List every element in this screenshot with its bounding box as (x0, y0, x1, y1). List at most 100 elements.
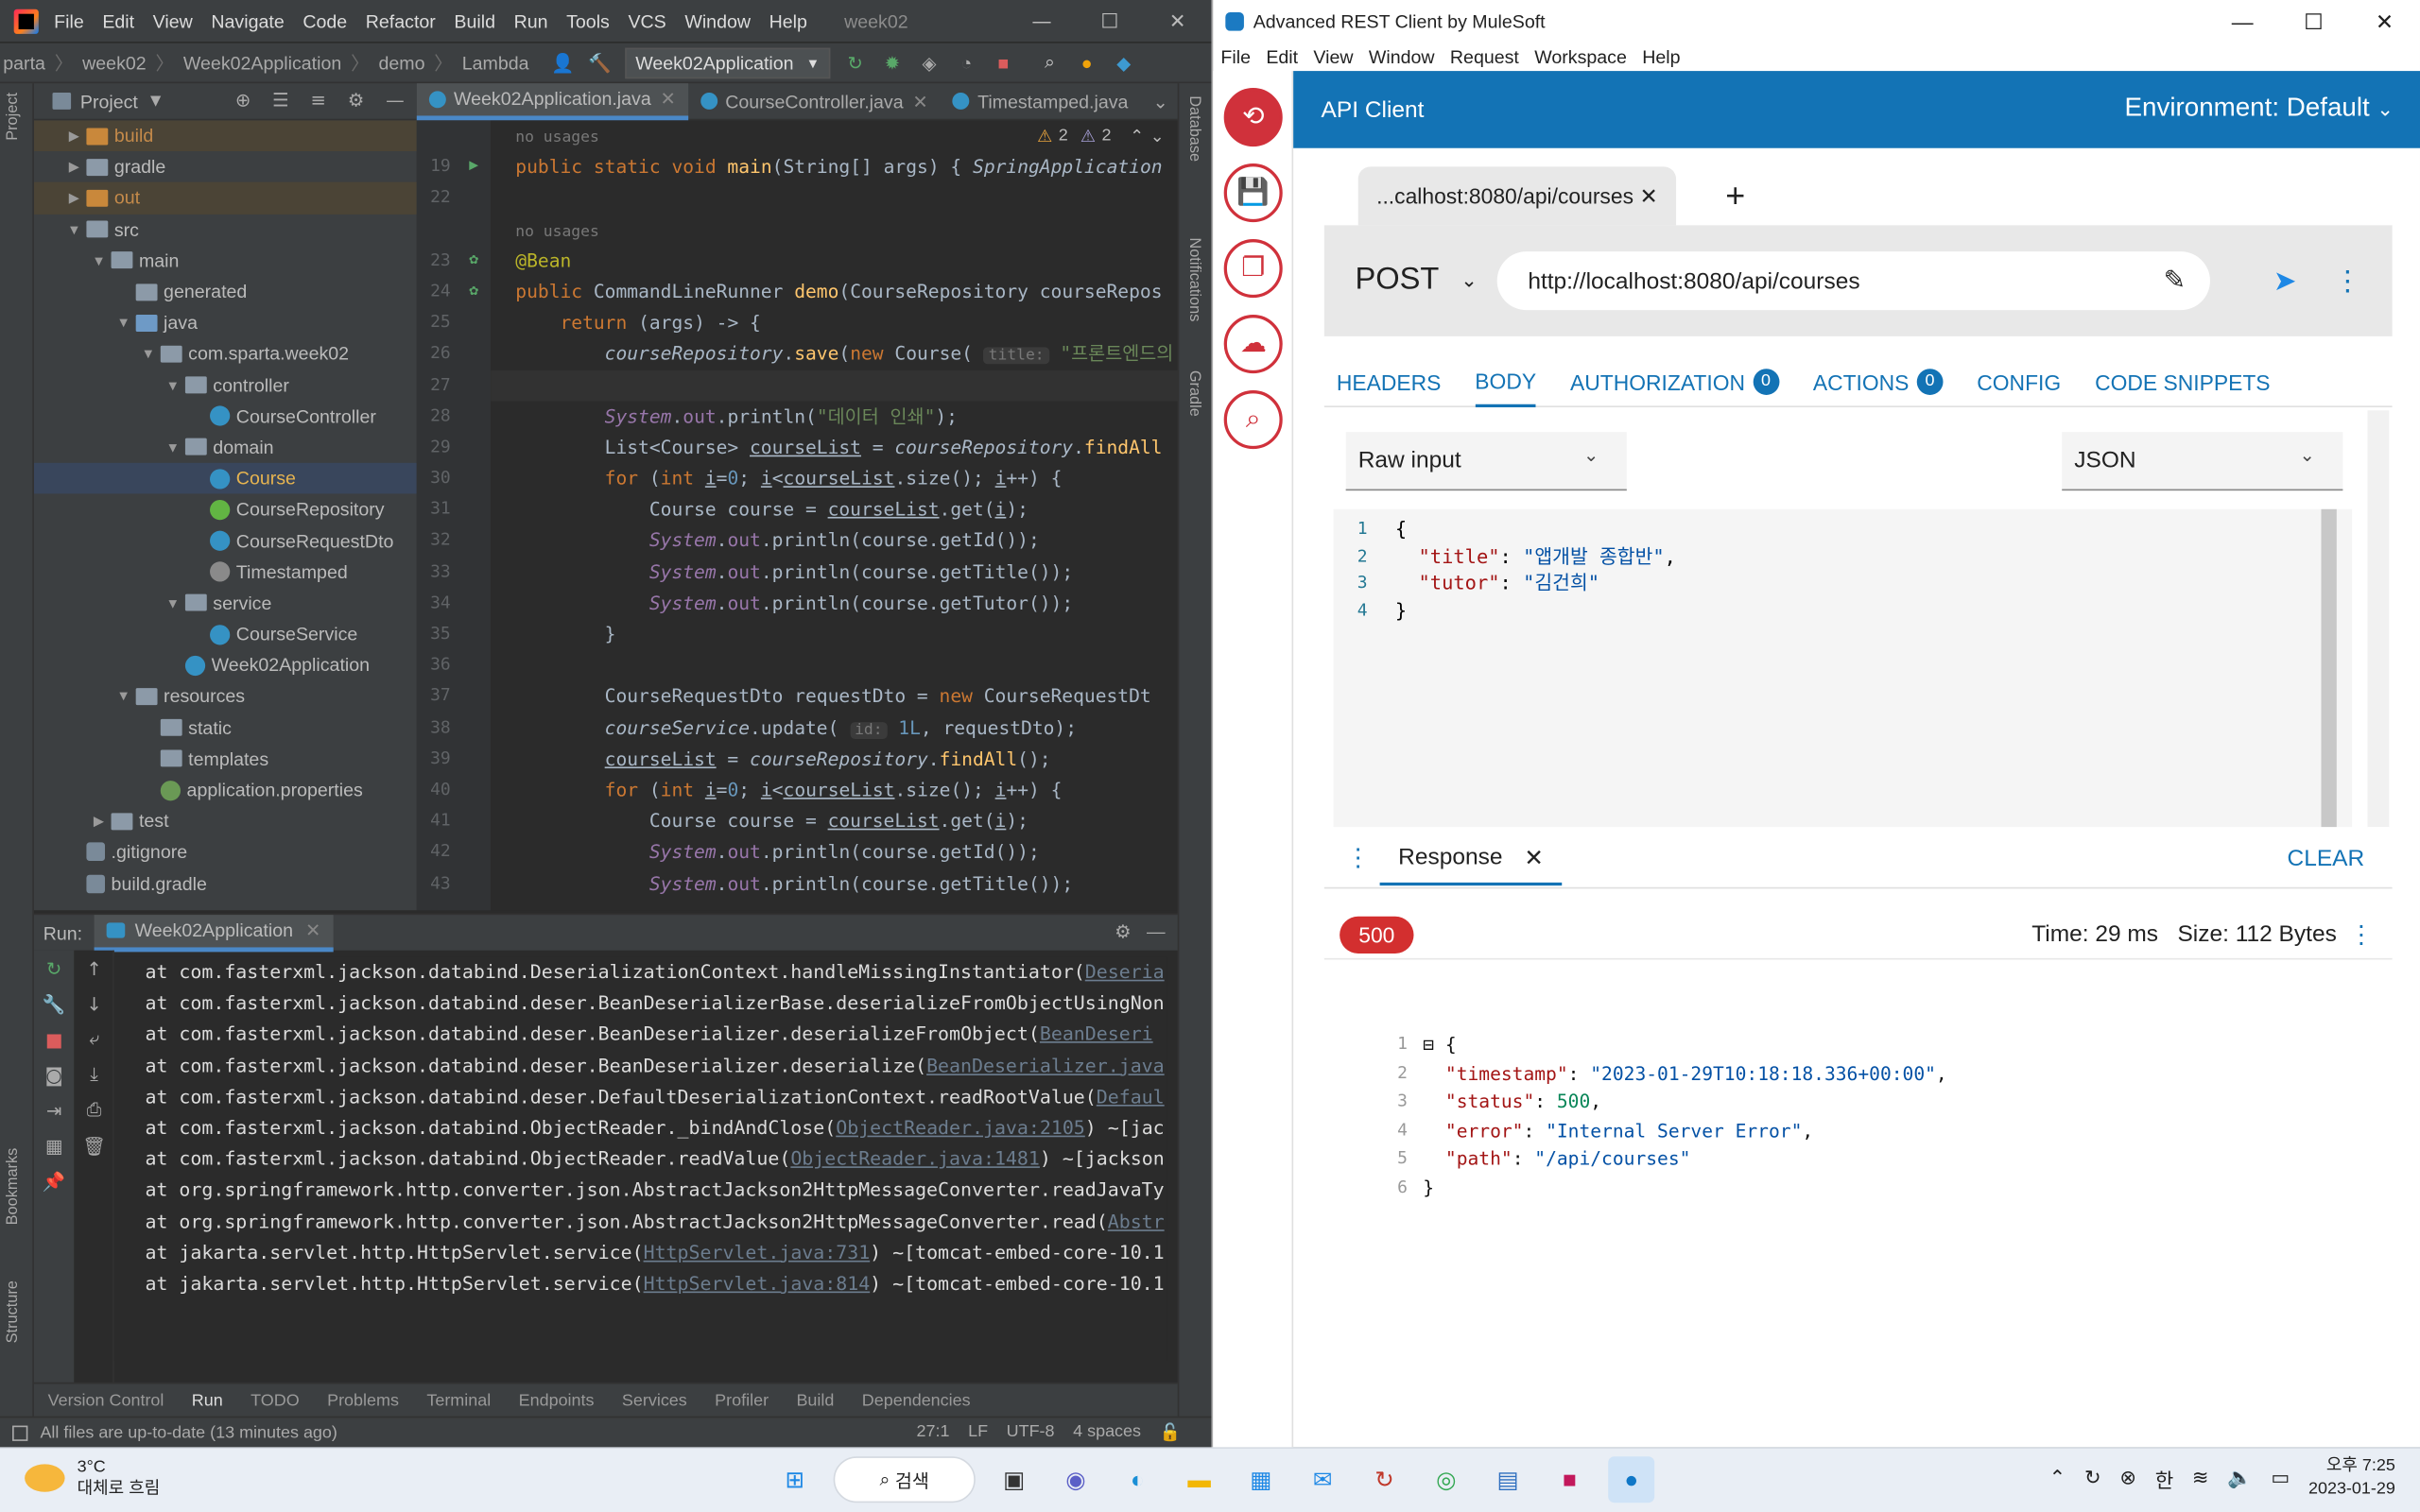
bottom-tab-todo[interactable]: TODO (251, 1391, 300, 1410)
minimize-icon[interactable]: — (2207, 0, 2278, 43)
editor-scrollbar[interactable] (2321, 508, 2337, 828)
arc-menu-workspace[interactable]: Workspace (1534, 46, 1627, 68)
coverage-icon[interactable]: ◈ (917, 50, 942, 75)
chevron-down-icon[interactable]: ▼ (164, 377, 182, 392)
close-icon[interactable]: ✕ (1524, 843, 1544, 871)
intellij-icon[interactable]: ■ (1547, 1456, 1593, 1503)
bottom-tab-services[interactable]: Services (622, 1391, 687, 1410)
tree-item[interactable]: templates (34, 744, 417, 775)
tab-actions[interactable]: ACTIONS 0 (1813, 357, 1944, 406)
chevron-down-icon[interactable]: ▼ (150, 94, 161, 109)
tree-item[interactable]: Course (33, 462, 417, 494)
tree-item[interactable]: generated (34, 276, 417, 307)
body-editor[interactable]: 1{2 "title": "앱개발 종합반", 3 "tutor": "김건희" 4… (1333, 508, 2353, 828)
layout-icon[interactable]: ▦ (34, 1127, 74, 1163)
tab-authorization[interactable]: AUTHORIZATION 0 (1570, 357, 1779, 406)
body-editor-type-select[interactable]: Raw input ⌄ (1345, 432, 1627, 491)
tab-code-snippets[interactable]: CODE SNIPPETS (2095, 357, 2270, 406)
more-vert-icon[interactable]: ⋮ (2349, 919, 2374, 951)
chevron-down-icon[interactable]: ▼ (164, 595, 182, 610)
tree-item[interactable]: ▶ out (33, 182, 417, 215)
stacktrace-link[interactable]: ObjectReader.java:2105 (836, 1117, 1085, 1139)
more-tabs-icon[interactable]: ⌄ (1140, 82, 1181, 119)
arrow-down-icon[interactable]: ↓ (74, 986, 113, 1022)
chevron-down-icon[interactable]: ▼ (164, 439, 182, 455)
rerun-icon[interactable]: ↻ (34, 951, 74, 987)
store-icon[interactable]: ▦ (1237, 1456, 1284, 1503)
tree-item[interactable]: Week02Application (34, 650, 417, 681)
bottom-tab-problems[interactable]: Problems (327, 1391, 399, 1410)
tree-item[interactable]: Timestamped (34, 557, 417, 588)
stacktrace-link[interactable]: Deseria (1085, 961, 1165, 983)
chevron-down-icon[interactable]: ▼ (114, 689, 133, 704)
chevron-right-icon[interactable]: ▶ (65, 190, 84, 207)
tree-item[interactable]: ▼ resources (34, 681, 417, 713)
breadcrumb-item[interactable]: week02 (82, 52, 147, 74)
chevron-down-icon[interactable]: ▼ (114, 315, 133, 330)
menu-help[interactable]: Help (769, 10, 807, 32)
scroll-to-end-icon[interactable]: ⤓ (74, 1057, 113, 1092)
panel-scrollbar[interactable] (2367, 410, 2390, 828)
bottom-tab-version-control[interactable]: Version Control (48, 1391, 164, 1410)
stacktrace-link[interactable]: HttpServlet.java:731 (644, 1242, 871, 1263)
print-icon[interactable]: ⎙ (74, 1092, 113, 1128)
chevron-right-icon[interactable]: ▶ (90, 813, 109, 830)
search-icon[interactable]: ⌕ (1037, 50, 1062, 75)
stacktrace-link[interactable]: Abstr (1108, 1211, 1165, 1232)
hide-icon[interactable]: — (386, 90, 405, 112)
sync-app-icon[interactable]: ↻ (1361, 1456, 1408, 1503)
editor-tab[interactable]: Timestamped.java (941, 82, 1141, 119)
request-tab[interactable]: ...calhost:8080/api/courses ✕ (1357, 166, 1677, 226)
add-tab-button[interactable]: + (1725, 176, 1745, 215)
menu-build[interactable]: Build (454, 10, 495, 32)
menu-refactor[interactable]: Refactor (366, 10, 436, 32)
tree-item[interactable]: ▶ gradle (34, 151, 417, 182)
menu-vcs[interactable]: VCS (628, 10, 666, 32)
history-icon[interactable]: ⟲ (1223, 88, 1283, 147)
maximize-icon[interactable]: ☐ (1076, 0, 1144, 43)
tree-item[interactable]: ▼ controller (34, 369, 417, 401)
close-icon[interactable]: ✕ (2349, 0, 2420, 43)
arc-taskbar-icon[interactable]: ● (1608, 1456, 1655, 1503)
soft-wrap-icon[interactable]: ⤶ (74, 1022, 113, 1057)
code-editor[interactable]: no usages public static void main(String[… (491, 120, 1178, 911)
structure-tool-label[interactable]: Structure (5, 1280, 22, 1343)
chevron-up-icon[interactable]: ⌃ (2049, 1466, 2066, 1490)
menu-file[interactable]: File (54, 10, 84, 32)
run-config-selector[interactable]: Week02Application ▼ (624, 46, 831, 78)
gradle-tool-label[interactable]: Gradle (1185, 370, 1202, 417)
debug-icon[interactable]: ✹ (880, 50, 905, 75)
tree-item[interactable]: ▶ build (33, 120, 417, 152)
tree-item[interactable]: CourseRequestDto (34, 525, 417, 557)
gear-icon[interactable]: ⚙ (1115, 921, 1132, 943)
close-icon[interactable]: ✕ (1640, 182, 1658, 209)
breadcrumb-item[interactable]: Week02Application (183, 52, 341, 74)
trash-icon[interactable]: 🗑 (74, 1127, 113, 1163)
arc-menu-file[interactable]: File (1220, 46, 1251, 68)
tab-body[interactable]: BODY (1475, 357, 1537, 407)
menu-tools[interactable]: Tools (566, 10, 610, 32)
task-view-icon[interactable]: ▣ (991, 1456, 1037, 1503)
menu-run[interactable]: Run (514, 10, 548, 32)
start-icon[interactable]: ⊞ (771, 1456, 818, 1503)
tree-item[interactable]: static (34, 713, 417, 744)
chrome-icon[interactable]: ◎ (1423, 1456, 1469, 1503)
build-hammer-icon[interactable]: 🔨 (588, 50, 613, 75)
more-vert-icon[interactable]: ⋮ (2334, 266, 2361, 298)
update-icon[interactable]: ● (1075, 50, 1099, 75)
toolbox-icon[interactable]: ◆ (1112, 50, 1136, 75)
inspection-widget[interactable]: ⚠ 2 ⚠ 2 ⌃ ⌄ (1037, 127, 1165, 146)
weather-widget[interactable]: 3°C 대체로 흐림 (25, 1456, 160, 1500)
file-explorer-icon[interactable]: ▬ (1176, 1456, 1222, 1503)
stop-icon[interactable]: ■ (34, 1022, 74, 1057)
chevron-down-icon[interactable]: ⌄ (1150, 127, 1165, 147)
ime-indicator[interactable]: 한 (2155, 1464, 2174, 1493)
menu-edit[interactable]: Edit (102, 10, 134, 32)
run-tab[interactable]: Week02Application ✕ (95, 914, 334, 952)
tree-item[interactable]: ▼ src (34, 214, 417, 245)
notepad-icon[interactable]: ▤ (1485, 1456, 1531, 1503)
teams-chat-icon[interactable]: ◉ (1052, 1456, 1098, 1503)
status-item[interactable]: LF (968, 1422, 988, 1442)
breadcrumb-item[interactable]: demo (378, 52, 424, 74)
send-icon[interactable]: ➤ (2273, 266, 2297, 298)
